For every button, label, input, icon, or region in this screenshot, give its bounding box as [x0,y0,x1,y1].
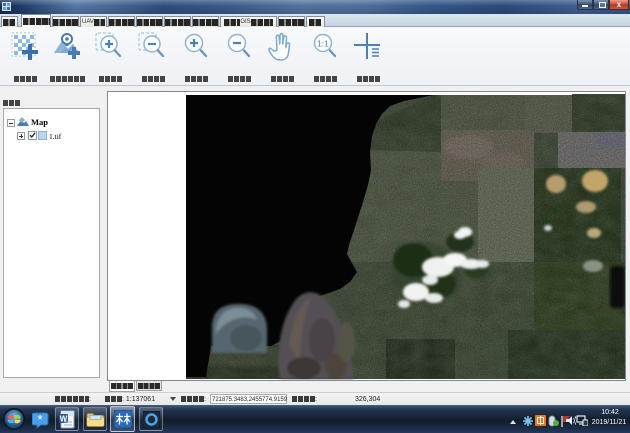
svg-text:*: * [37,412,42,427]
svg-text:1:1: 1:1 [317,39,329,49]
